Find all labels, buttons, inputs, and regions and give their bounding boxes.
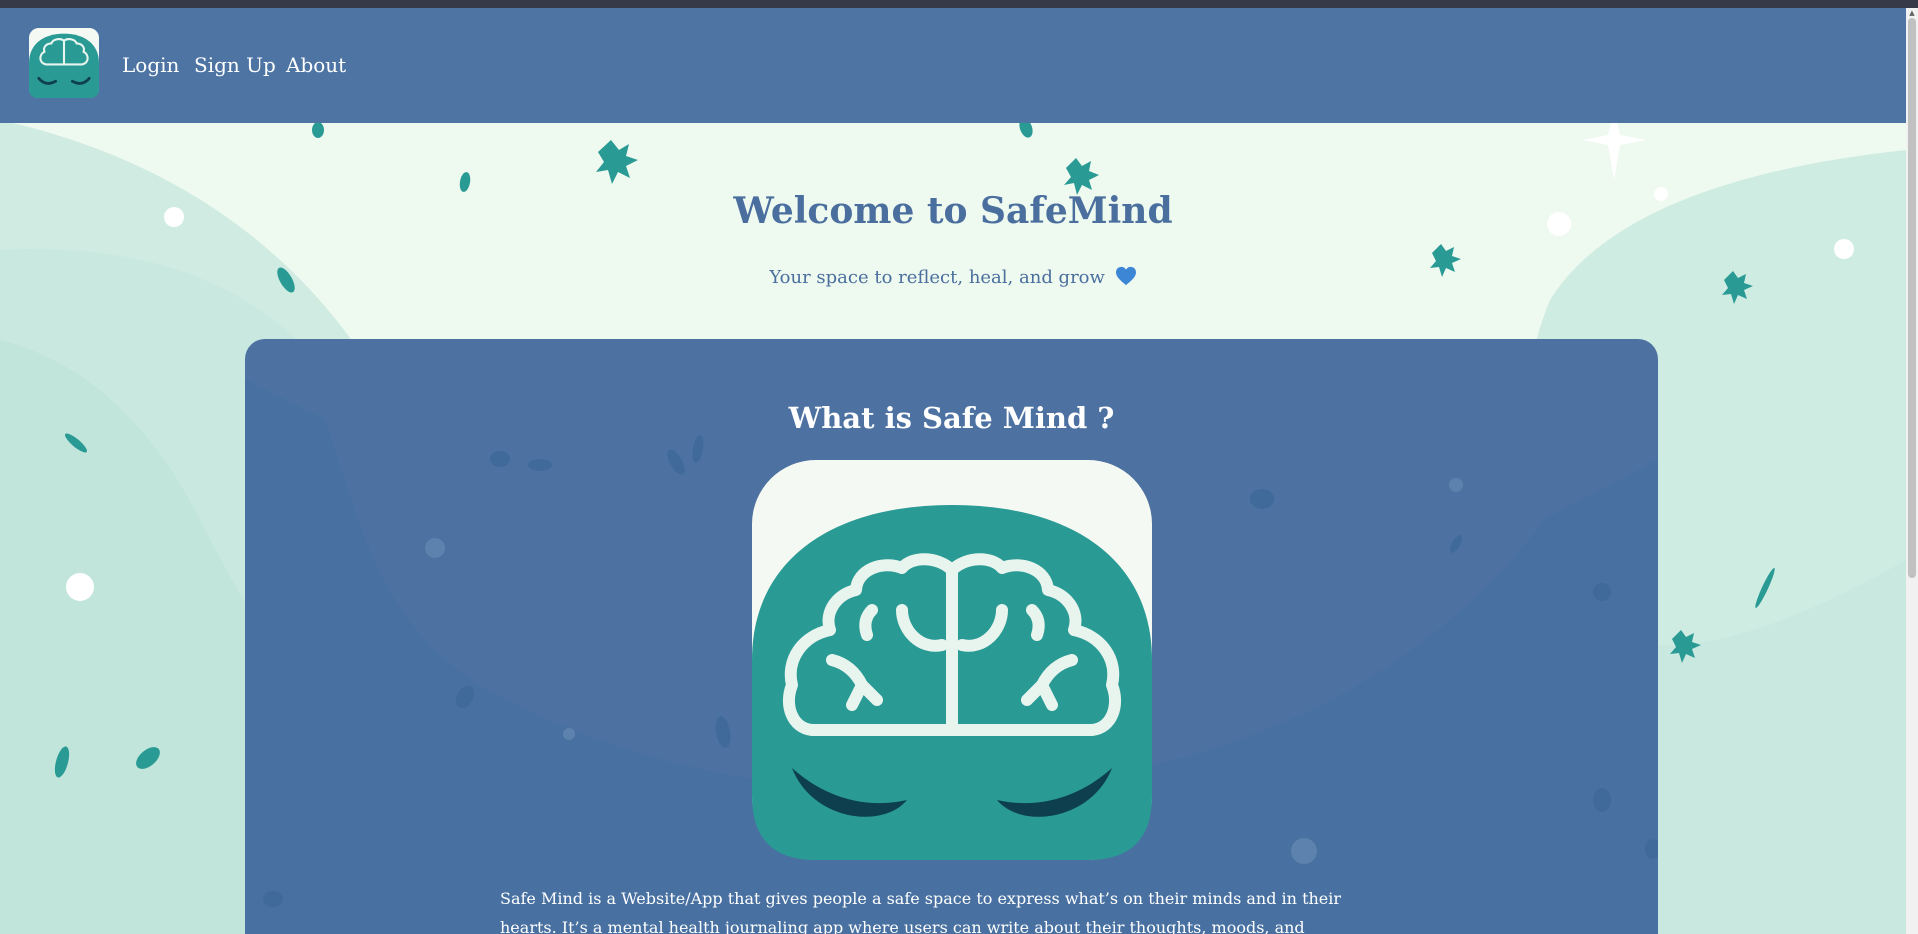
- scroll-up-arrow-icon[interactable]: ▲: [1908, 9, 1916, 17]
- nav-login-link[interactable]: Login: [122, 53, 179, 77]
- hero-subtitle-text: Your space to reflect, heal, and grow: [769, 267, 1105, 288]
- hero-subtitle: Your space to reflect, heal, and grow: [0, 266, 1906, 288]
- navbar: Login Sign Up About: [0, 8, 1906, 123]
- card-title: What is Safe Mind ?: [788, 401, 1115, 435]
- card-description: Safe Mind is a Website/App that gives pe…: [500, 889, 1342, 934]
- brain-logo-icon: [752, 460, 1152, 860]
- scrollbar-thumb[interactable]: [1908, 18, 1916, 578]
- nav-about-link[interactable]: About: [286, 53, 346, 77]
- blue-heart-icon: [1115, 266, 1136, 286]
- brain-logo-icon[interactable]: [29, 28, 99, 98]
- nav-signup-link[interactable]: Sign Up: [194, 53, 276, 77]
- what-is-card: What is Safe Mind ? Safe Mind is a Websi…: [245, 339, 1658, 934]
- hero-title: Welcome to SafeMind: [733, 190, 1173, 232]
